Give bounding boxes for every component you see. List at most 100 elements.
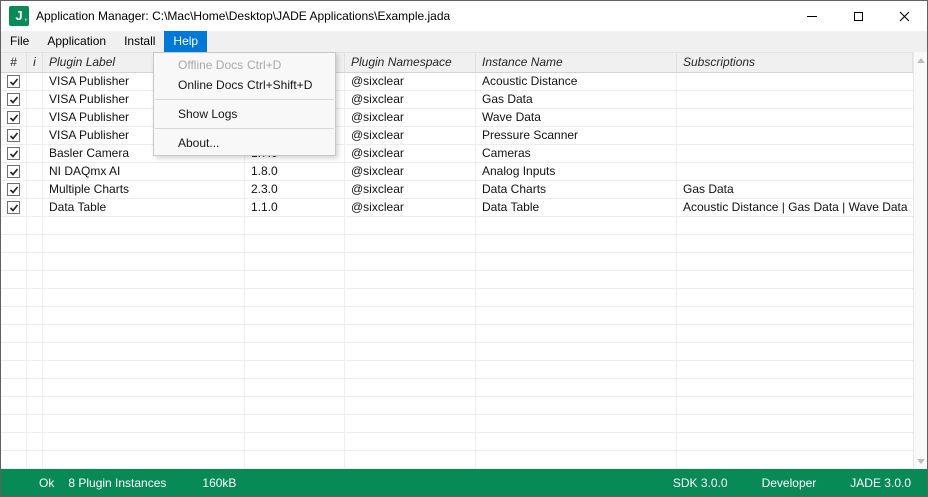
cell-info <box>27 127 43 144</box>
table-row[interactable]: VISA Publisher @sixclear Acoustic Distan… <box>1 73 913 91</box>
header-subscriptions: Subscriptions <box>677 53 913 72</box>
chevron-down-icon <box>916 458 925 464</box>
table-row[interactable]: Multiple Charts 2.3.0 @sixclear Data Cha… <box>1 181 913 199</box>
window-title: Application Manager: C:\Mac\Home\Desktop… <box>36 9 451 23</box>
cell-info <box>27 199 43 216</box>
row-checkbox-checked[interactable] <box>7 201 20 214</box>
menu-application[interactable]: Application <box>38 31 115 52</box>
table-header-row: # i Plugin Label Plugin Namespace Instan… <box>1 52 913 73</box>
empty-row <box>1 451 913 469</box>
status-sdk-version: SDK 3.0.0 <box>672 475 728 490</box>
scroll-up-button[interactable] <box>914 52 927 68</box>
cell-instance-name: Wave Data <box>476 109 677 126</box>
title-bar: J, Application Manager: C:\Mac\Home\Desk… <box>1 1 927 31</box>
row-checkbox-checked[interactable] <box>7 147 20 160</box>
table-row[interactable]: VISA Publisher @sixclear Gas Data <box>1 91 913 109</box>
cell-subscriptions <box>677 127 913 144</box>
check-icon <box>9 185 18 194</box>
cell-namespace: @sixclear <box>345 199 476 216</box>
row-checkbox-checked[interactable] <box>7 183 20 196</box>
cell-instance-name: Gas Data <box>476 91 677 108</box>
minimize-button[interactable] <box>789 1 835 31</box>
cell-namespace: @sixclear <box>345 127 476 144</box>
table-row[interactable]: Basler Camera 1.7.0 @sixclear Cameras <box>1 145 913 163</box>
cell-info <box>27 181 43 198</box>
empty-row <box>1 415 913 433</box>
minimize-icon <box>807 15 817 17</box>
cell-instance-name: Data Table <box>476 199 677 216</box>
empty-row <box>1 289 913 307</box>
chevron-up-icon <box>916 57 925 63</box>
empty-row <box>1 397 913 415</box>
window-controls <box>789 1 927 31</box>
close-icon <box>899 11 909 21</box>
empty-row <box>1 271 913 289</box>
cell-subscriptions <box>677 145 913 162</box>
vertical-scrollbar[interactable] <box>913 52 927 469</box>
header-num: # <box>1 53 27 72</box>
table-row[interactable]: VISA Publisher @sixclear Wave Data <box>1 109 913 127</box>
cell-subscriptions: Gas Data <box>683 182 734 196</box>
status-mode: Developer <box>761 475 817 490</box>
cell-plugin-label: Multiple Charts <box>43 181 245 198</box>
header-instance-name: Instance Name <box>476 53 677 72</box>
menu-separator <box>155 99 334 100</box>
header-info: i <box>27 53 43 72</box>
check-icon <box>9 203 18 212</box>
maximize-button[interactable] <box>835 1 881 31</box>
status-left-group: Ok 8 Plugin Instances 160kB <box>39 476 639 490</box>
scroll-down-button[interactable] <box>914 453 927 469</box>
menu-item-show-logs[interactable]: Show Logs <box>154 104 335 124</box>
status-jade-version: JADE 3.0.0 <box>850 475 911 490</box>
shortcut-online-docs: Ctrl+Shift+D <box>247 78 313 92</box>
menu-item-about[interactable]: About... <box>154 133 335 153</box>
cell-namespace: @sixclear <box>345 91 476 108</box>
check-icon <box>9 95 18 104</box>
menu-item-online-docs[interactable]: Online Docs Ctrl+Shift+D <box>154 75 335 95</box>
check-icon <box>9 113 18 122</box>
cell-instance-name: Analog Inputs <box>476 163 677 180</box>
close-button[interactable] <box>881 1 927 31</box>
cell-subscriptions: Acoustic Distance | Gas Data | Wave Data <box>683 200 908 214</box>
table-body: VISA Publisher @sixclear Acoustic Distan… <box>1 73 913 469</box>
cell-plugin-label: Data Table <box>43 199 245 216</box>
table-row[interactable]: VISA Publisher @sixclear Pressure Scanne… <box>1 127 913 145</box>
empty-row <box>1 325 913 343</box>
app-logo-icon: J, <box>9 6 29 26</box>
cell-instance-name: Acoustic Distance <box>476 73 677 90</box>
cell-info <box>27 91 43 108</box>
cell-info <box>27 109 43 126</box>
menu-bar: File Application Install Help <box>1 31 927 52</box>
cell-version: 1.8.0 <box>245 163 345 180</box>
empty-row <box>1 361 913 379</box>
empty-row <box>1 307 913 325</box>
row-checkbox-checked[interactable] <box>7 165 20 178</box>
menu-install[interactable]: Install <box>115 31 164 52</box>
cell-namespace: @sixclear <box>345 163 476 180</box>
row-checkbox-checked[interactable] <box>7 111 20 124</box>
table-row[interactable]: Data Table 1.1.0 @sixclear Data Table Ac… <box>1 199 913 217</box>
check-icon <box>9 149 18 158</box>
cell-instance-name: Data Charts <box>476 181 677 198</box>
status-size: 160kB <box>202 475 237 490</box>
app-window: J, Application Manager: C:\Mac\Home\Desk… <box>0 0 928 497</box>
cell-subscriptions <box>677 109 913 126</box>
app-logo-sub-mark: , <box>24 12 27 22</box>
cell-namespace: @sixclear <box>345 73 476 90</box>
menu-help[interactable]: Help <box>164 31 208 52</box>
cell-namespace: @sixclear <box>345 109 476 126</box>
row-checkbox-checked[interactable] <box>7 93 20 106</box>
menu-item-offline-docs: Offline Docs Ctrl+D <box>154 55 335 75</box>
row-checkbox-checked[interactable] <box>7 129 20 142</box>
cell-subscriptions <box>677 73 913 90</box>
cell-version: 1.1.0 <box>245 199 345 216</box>
row-checkbox-checked[interactable] <box>7 75 20 88</box>
menu-file[interactable]: File <box>1 31 38 52</box>
cell-subscriptions <box>677 163 913 180</box>
table-row[interactable]: NI DAQmx AI 1.8.0 @sixclear Analog Input… <box>1 163 913 181</box>
help-dropdown-menu: Offline Docs Ctrl+D Online Docs Ctrl+Shi… <box>153 52 336 156</box>
shortcut-offline-docs: Ctrl+D <box>247 58 282 72</box>
empty-row <box>1 433 913 451</box>
cell-namespace: @sixclear <box>345 145 476 162</box>
plugin-table: # i Plugin Label Plugin Namespace Instan… <box>1 52 927 469</box>
